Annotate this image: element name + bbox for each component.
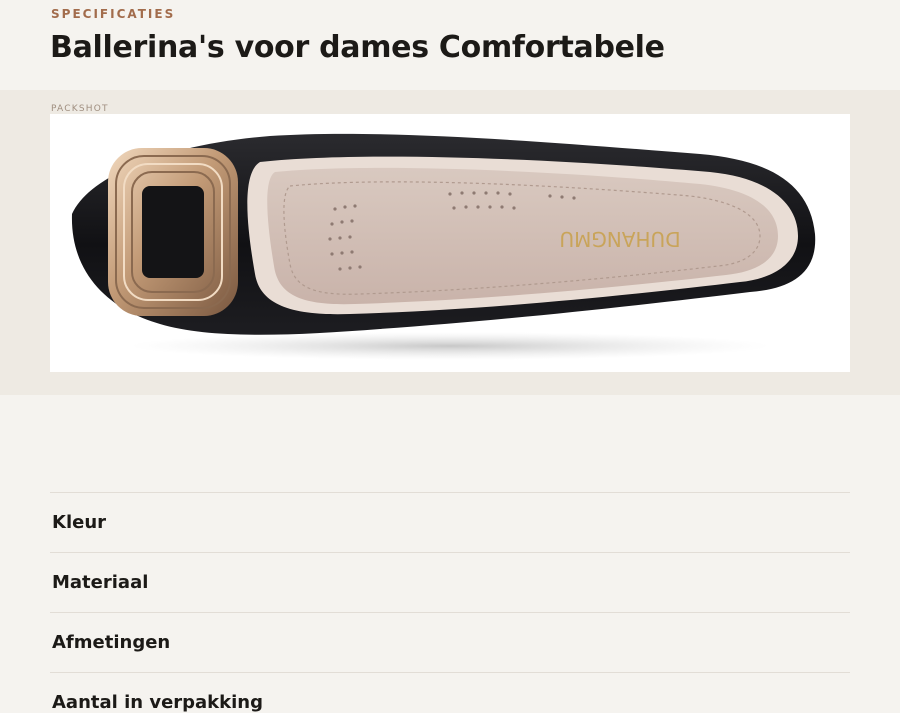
spec-label: Afmetingen — [52, 632, 171, 653]
page-title: Ballerina's voor dames Comfortabele — [50, 30, 665, 65]
spec-label: Materiaal — [52, 572, 149, 593]
spec-row-materiaal[interactable]: Materiaal — [50, 552, 850, 612]
shoe-shadow — [130, 332, 770, 360]
specifications-page: SPECIFICATIES Ballerina's voor dames Com… — [0, 0, 900, 713]
spec-row-afmetingen[interactable]: Afmetingen — [50, 612, 850, 672]
buckle-ornament — [108, 148, 238, 316]
spec-row-aantal-in-verpakking[interactable]: Aantal in verpakking — [50, 672, 850, 713]
insole-brand-text: DUHANGMU — [559, 227, 680, 251]
spec-row-kleur[interactable]: Kleur — [50, 492, 850, 552]
spec-list: Kleur Materiaal Afmetingen Aantal in ver… — [50, 492, 850, 713]
spec-label: Aantal in verpakking — [52, 692, 263, 713]
ballerina-shoe-image: DUHANGMU — [71, 133, 816, 360]
spec-label: Kleur — [52, 512, 107, 533]
packshot-label: PACKSHOT — [51, 104, 109, 114]
packshot-image[interactable]: DUHANGMU — [50, 114, 850, 372]
section-eyebrow: SPECIFICATIES — [51, 7, 176, 21]
